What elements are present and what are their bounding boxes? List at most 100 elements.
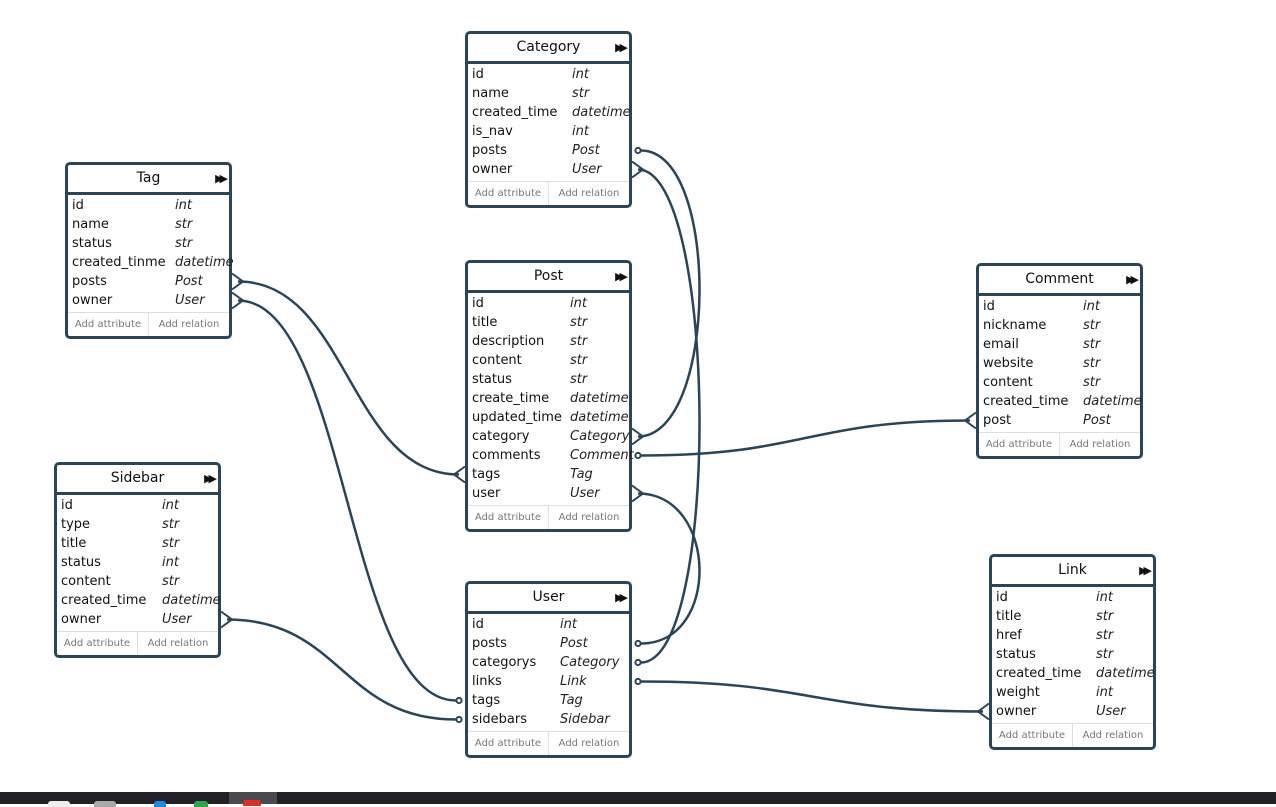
table-tag[interactable]: Tag ▶▶ id int name str status str created_tinme d… xyxy=(65,162,234,339)
fast-forward-icon[interactable]: ▶▶ xyxy=(215,165,228,192)
field-row[interactable]: id int xyxy=(468,65,629,84)
field-row[interactable]: posts Post xyxy=(68,272,229,291)
field-row[interactable]: name str xyxy=(68,215,229,234)
table-header[interactable]: Sidebar ▶▶ xyxy=(57,465,218,495)
field-name: status xyxy=(61,555,101,570)
field-row[interactable]: links Link xyxy=(468,672,629,691)
field-name: updated_time xyxy=(472,410,562,425)
field-row[interactable]: is_nav int xyxy=(468,122,629,141)
field-type: Tag xyxy=(570,467,593,482)
field-row[interactable]: status str xyxy=(992,645,1153,664)
field-row[interactable]: status str xyxy=(468,370,629,389)
field-row[interactable]: tags Tag xyxy=(468,465,629,484)
field-row[interactable]: id int xyxy=(57,496,218,515)
field-row[interactable]: category Category xyxy=(468,427,629,446)
add-relation-button[interactable]: Add relation xyxy=(137,632,218,655)
field-row[interactable]: owner User xyxy=(57,610,218,629)
table-header[interactable]: Link ▶▶ xyxy=(992,557,1153,587)
field-row[interactable]: created_tinme datetime xyxy=(68,253,234,272)
table-header[interactable]: Category ▶▶ xyxy=(468,34,629,64)
field-row[interactable]: owner User xyxy=(992,702,1153,721)
add-attribute-button[interactable]: Add attribute xyxy=(992,724,1072,747)
field-row[interactable]: categorys Category xyxy=(468,653,629,672)
many-marker xyxy=(231,291,245,310)
field-row[interactable]: weight int xyxy=(992,683,1153,702)
field-row[interactable]: id int xyxy=(979,297,1140,316)
field-row[interactable]: title str xyxy=(992,607,1153,626)
field-row[interactable]: posts Post xyxy=(468,634,629,653)
field-row[interactable]: content str xyxy=(57,572,218,591)
field-row[interactable]: type str xyxy=(57,515,218,534)
table-user[interactable]: User ▶▶ id int posts Post categorys Category lin… xyxy=(465,581,632,758)
fast-forward-icon[interactable]: ▶▶ xyxy=(1139,557,1152,584)
field-row[interactable]: owner User xyxy=(68,291,229,310)
fast-forward-icon[interactable]: ▶▶ xyxy=(615,34,628,61)
field-row[interactable]: comments Comment xyxy=(468,446,634,465)
field-row[interactable]: created_time datetime xyxy=(57,591,221,610)
table-post[interactable]: Post ▶▶ id int title str description str content… xyxy=(465,260,634,532)
add-attribute-button[interactable]: Add attribute xyxy=(68,313,148,336)
fast-forward-icon[interactable]: ▶▶ xyxy=(1126,266,1139,293)
add-relation-button[interactable]: Add relation xyxy=(548,732,629,755)
field-row[interactable]: sidebars Sidebar xyxy=(468,710,629,729)
taskbar-active-app[interactable] xyxy=(229,792,277,806)
field-row[interactable]: email str xyxy=(979,335,1140,354)
table-category[interactable]: Category ▶▶ id int name str created_time dateti… xyxy=(465,31,632,208)
add-relation-button[interactable]: Add relation xyxy=(548,506,629,529)
field-row[interactable]: created_time datetime xyxy=(992,664,1155,683)
field-row[interactable]: created_time datetime xyxy=(979,392,1142,411)
field-name: posts xyxy=(72,274,107,289)
field-row[interactable]: status int xyxy=(57,553,218,572)
add-relation-button[interactable]: Add relation xyxy=(148,313,229,336)
field-row[interactable]: post Post xyxy=(979,411,1140,430)
field-row[interactable]: title str xyxy=(468,313,629,332)
fast-forward-icon[interactable]: ▶▶ xyxy=(204,465,217,492)
table-comment[interactable]: Comment ▶▶ id int nickname str email str website… xyxy=(976,263,1143,459)
fast-forward-icon[interactable]: ▶▶ xyxy=(615,584,628,611)
table-sidebar[interactable]: Sidebar ▶▶ id int type str title str status int co… xyxy=(54,462,221,658)
field-row[interactable]: content str xyxy=(979,373,1140,392)
table-header[interactable]: User ▶▶ xyxy=(468,584,629,614)
table-header[interactable]: Tag ▶▶ xyxy=(68,165,229,195)
add-relation-button[interactable]: Add relation xyxy=(1072,724,1153,747)
field-row[interactable]: name str xyxy=(468,84,629,103)
add-attribute-button[interactable]: Add attribute xyxy=(979,433,1059,456)
table-header[interactable]: Post ▶▶ xyxy=(468,263,629,293)
field-type: datetime xyxy=(162,593,221,608)
table-header[interactable]: Comment ▶▶ xyxy=(979,266,1140,296)
field-row[interactable]: create_time datetime xyxy=(468,389,629,408)
many-marker xyxy=(220,610,234,629)
add-relation-button[interactable]: Add relation xyxy=(548,182,629,205)
field-type: Post xyxy=(1083,413,1111,428)
field-row[interactable]: content str xyxy=(468,351,629,370)
field-row[interactable]: created_time datetime xyxy=(468,103,631,122)
app-icon[interactable] xyxy=(94,801,116,807)
field-row[interactable]: id int xyxy=(68,196,229,215)
add-attribute-button[interactable]: Add attribute xyxy=(468,182,548,205)
add-attribute-button[interactable]: Add attribute xyxy=(468,506,548,529)
app-green-icon[interactable] xyxy=(194,801,208,807)
field-row[interactable]: id int xyxy=(468,294,629,313)
add-attribute-button[interactable]: Add attribute xyxy=(468,732,548,755)
field-row[interactable]: title str xyxy=(57,534,218,553)
field-row[interactable]: id int xyxy=(992,588,1153,607)
file-explorer-icon[interactable] xyxy=(48,801,70,807)
field-row[interactable]: href str xyxy=(992,626,1153,645)
fast-forward-icon[interactable]: ▶▶ xyxy=(615,263,628,290)
field-row[interactable]: id int xyxy=(468,615,629,634)
field-type: datetime xyxy=(570,391,629,406)
field-row[interactable]: nickname str xyxy=(979,316,1140,335)
table-link[interactable]: Link ▶▶ id int title str href str status str creat… xyxy=(989,554,1156,750)
field-row[interactable]: user User xyxy=(468,484,629,503)
field-row[interactable]: tags Tag xyxy=(468,691,629,710)
field-row[interactable]: owner User xyxy=(468,160,629,179)
field-name: post xyxy=(983,413,1012,428)
add-relation-button[interactable]: Add relation xyxy=(1059,433,1140,456)
add-attribute-button[interactable]: Add attribute xyxy=(57,632,137,655)
field-row[interactable]: website str xyxy=(979,354,1140,373)
field-row[interactable]: posts Post xyxy=(468,141,629,160)
field-row[interactable]: description str xyxy=(468,332,629,351)
field-row[interactable]: updated_time datetime xyxy=(468,408,629,427)
edge-icon[interactable] xyxy=(154,801,166,807)
field-row[interactable]: status str xyxy=(68,234,229,253)
